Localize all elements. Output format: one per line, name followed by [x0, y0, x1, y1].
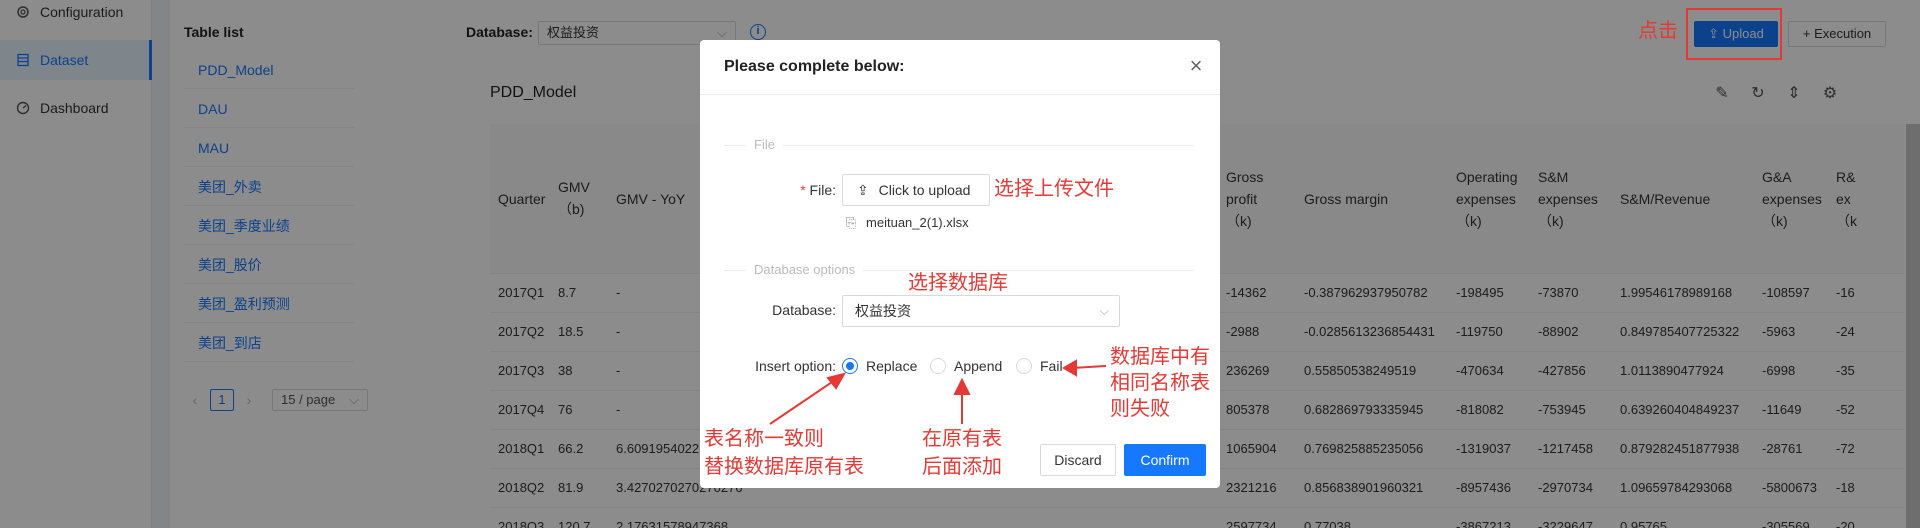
modal-database-label: Database:	[772, 302, 836, 318]
uploaded-file-name: meituan_2(1).xlsx	[866, 215, 969, 230]
chevron-down-icon: ⌵	[1099, 304, 1109, 318]
radio-replace[interactable]: Replace	[842, 358, 917, 374]
radio-fail-dot	[1016, 358, 1032, 374]
annotation-fail-2: 相同名称表	[1110, 370, 1210, 394]
annotation-fail-1: 数据库中有	[1110, 344, 1210, 368]
confirm-button[interactable]: Confirm	[1124, 444, 1206, 476]
annotation-click: 点击	[1638, 18, 1678, 42]
radio-replace-label: Replace	[866, 358, 918, 374]
db-section-title: Database options	[746, 262, 864, 277]
click-to-upload-label: Click to upload	[878, 182, 971, 198]
close-icon[interactable]: ×	[1184, 54, 1208, 78]
dialog-header-divider	[700, 94, 1220, 95]
modal-database-value: 权益投资	[855, 303, 911, 319]
annotation-select-file: 选择上传文件	[994, 176, 1114, 200]
annotation-append-2: 后面添加	[922, 454, 1002, 478]
required-mark: *	[800, 182, 806, 198]
annotation-replace-2: 替换数据库原有表	[704, 454, 864, 478]
modal-database-select[interactable]: 权益投资 ⌵	[842, 295, 1120, 327]
radio-append-label: Append	[954, 358, 1003, 374]
paperclip-icon: ⎘	[846, 215, 857, 230]
annotation-select-db: 选择数据库	[908, 270, 1008, 294]
radio-fail[interactable]: Fail	[1016, 358, 1063, 374]
uploaded-file-item[interactable]: ⎘ meituan_2(1).xlsx	[846, 215, 969, 231]
file-label-text: File:	[809, 182, 836, 198]
radio-replace-dot	[842, 358, 858, 374]
file-label: * File:	[760, 182, 836, 198]
radio-fail-label: Fail	[1040, 358, 1063, 374]
insert-option-label: Insert option:	[755, 358, 836, 374]
file-section-divider	[724, 145, 1194, 146]
dialog-title: Please complete below:	[724, 58, 905, 75]
upload-icon: ⇪	[857, 182, 869, 198]
click-to-upload-button[interactable]: ⇪ Click to upload	[842, 174, 990, 206]
annotation-append-1: 在原有表	[922, 426, 1002, 450]
annotation-fail-3: 则失败	[1110, 396, 1170, 420]
radio-append-dot	[930, 358, 946, 374]
discard-button[interactable]: Discard	[1040, 444, 1116, 476]
annotation-replace-1: 表名称一致则	[704, 426, 824, 450]
file-section-title: File	[746, 137, 783, 152]
upload-highlight-box	[1686, 8, 1782, 60]
radio-append[interactable]: Append	[930, 358, 1002, 374]
